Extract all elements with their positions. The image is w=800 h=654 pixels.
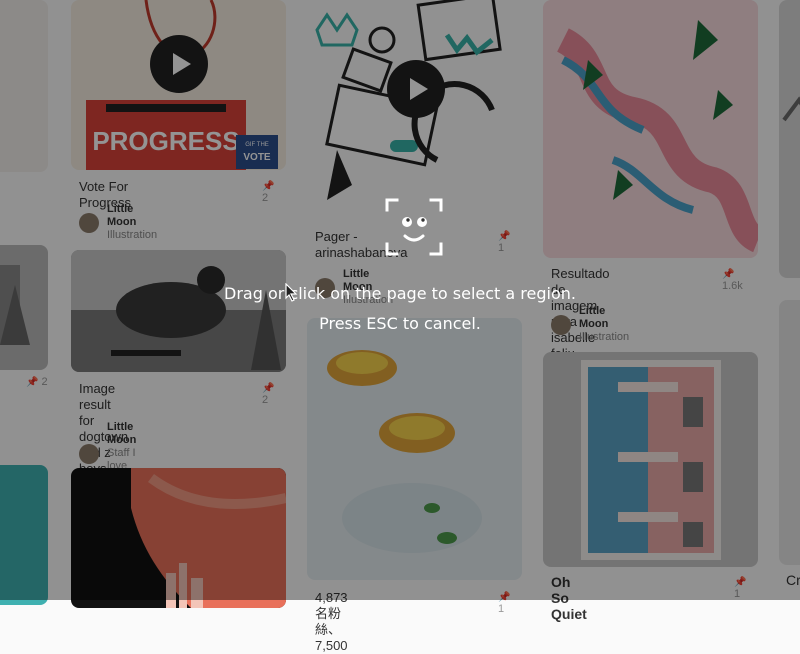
overlay-instruction-line2: Press ESC to cancel. [319,314,481,333]
cursor-icon [285,283,298,302]
overlay-instruction-line1: Drag or click on the page to select a re… [224,284,576,303]
face-capture-icon [385,198,443,256]
